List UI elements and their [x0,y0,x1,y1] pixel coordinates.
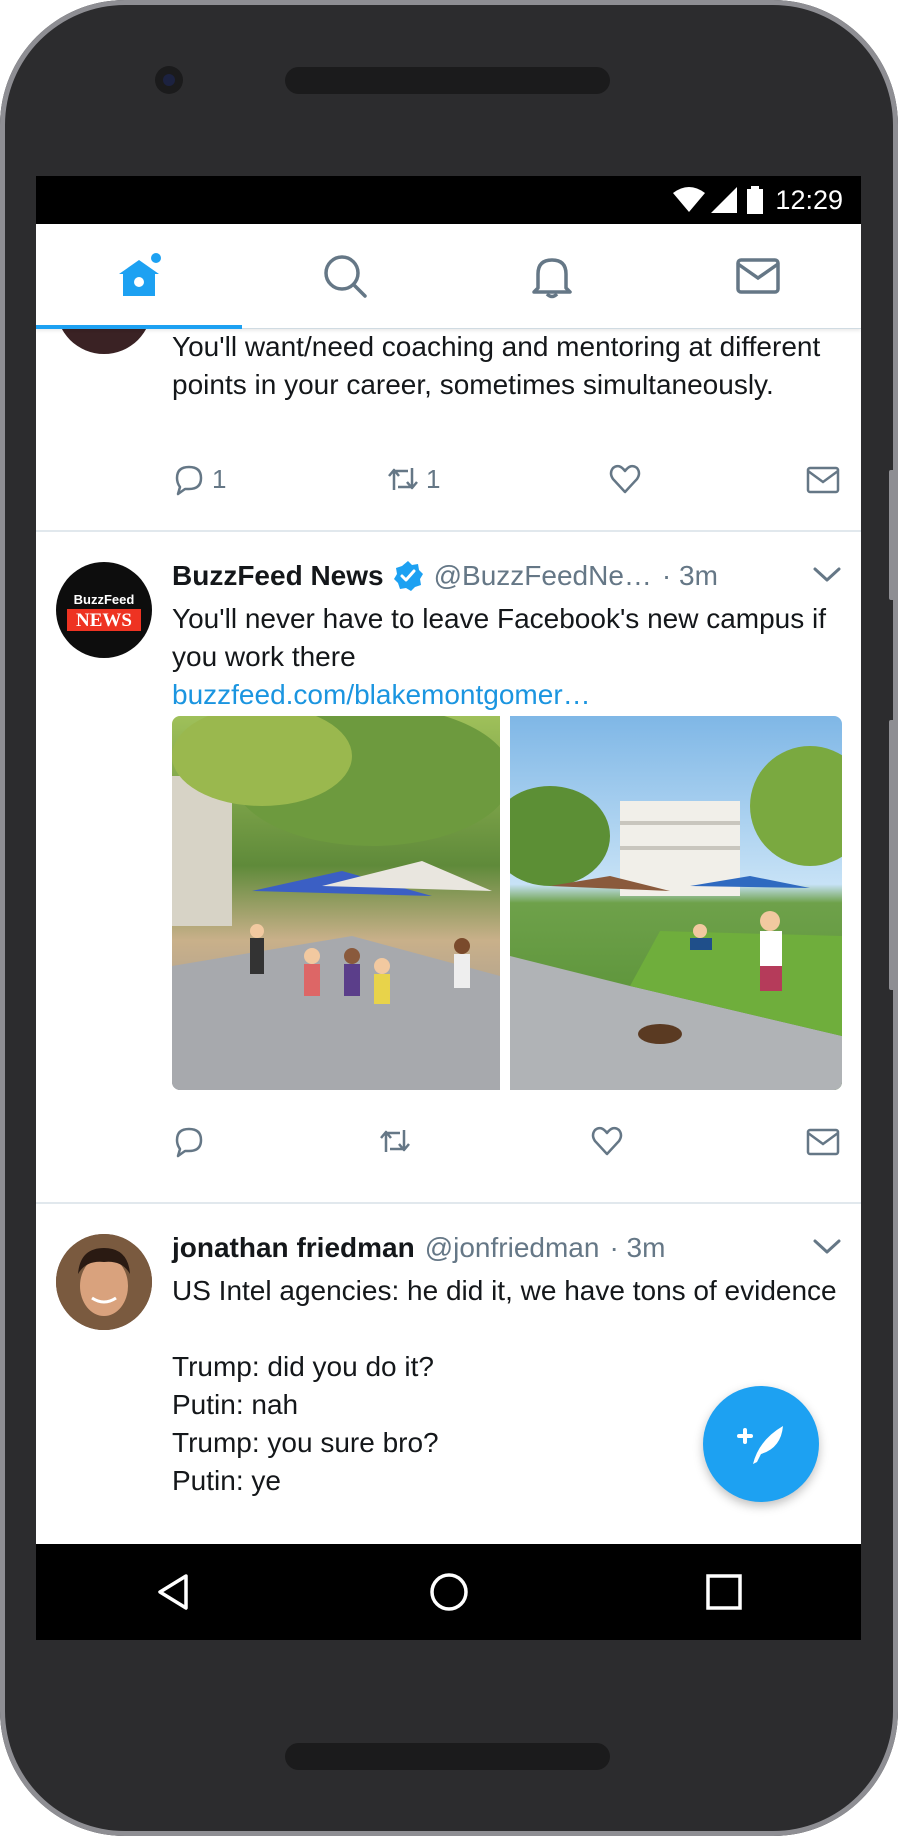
reply-icon [175,465,203,496]
home-circle-icon[interactable] [427,1570,471,1614]
dm-button[interactable] [806,462,840,496]
envelope-icon [736,258,780,294]
wifi-icon [673,187,706,212]
tweet-media[interactable] [172,716,842,1090]
active-tab-indicator [36,325,242,329]
tab-bar [36,224,861,329]
reply-button[interactable]: 1 [172,462,226,496]
front-camera [155,66,183,94]
reply-button[interactable] [172,1124,206,1158]
tab-search[interactable] [242,224,448,328]
chevron-down-icon[interactable] [812,564,842,586]
home-icon [119,253,162,296]
power-button[interactable] [889,470,897,600]
buzzfeed-news-logo: BuzzFeed NEWS [67,592,141,631]
screen: 12:29 You'll want/need coaching and ment… [36,176,861,1640]
svg-text:NEWS: NEWS [76,610,132,631]
reply-icon [175,1127,203,1158]
svg-text:BuzzFeed: BuzzFeed [74,592,135,607]
avatar[interactable] [56,1234,152,1330]
retweet-button[interactable] [378,1124,412,1158]
tweet-time[interactable]: · 3m [609,1232,665,1264]
reply-count: 1 [212,463,227,494]
heart-icon [591,1126,623,1156]
media-image-street[interactable] [172,716,500,1090]
verified-badge-icon [393,561,423,591]
dm-button[interactable] [806,1124,840,1158]
handle[interactable]: @BuzzFeedNe… [434,560,652,592]
user-photo [56,1234,152,1330]
tweet-item[interactable]: BuzzFeed NEWS BuzzFeed News @BuzzFeedNe…… [36,532,861,1202]
bell-icon [531,258,572,299]
display-name[interactable]: jonathan friedman [172,1232,415,1264]
status-bar: 12:29 [36,176,861,224]
retweet-icon [388,468,418,490]
tweet-actions [172,1124,842,1164]
back-icon[interactable] [152,1570,196,1614]
heart-icon [609,464,641,494]
avatar[interactable]: BuzzFeed NEWS [56,562,152,658]
phone-frame: 12:29 You'll want/need coaching and ment… [0,0,898,1836]
compose-quill-icon [737,1426,783,1464]
retweet-count: 1 [426,463,441,494]
signal-icon [711,187,738,213]
envelope-icon [806,466,840,494]
retweet-icon [380,1130,410,1152]
status-time: 12:29 [775,184,843,215]
tweet-item[interactable]: You'll want/need coaching and mentoring … [36,258,861,530]
volume-button[interactable] [889,720,897,990]
like-button[interactable] [608,462,642,496]
bottom-speaker [285,1743,610,1770]
tweet-time[interactable]: · 3m [662,560,718,592]
android-navigation-bar [36,1544,861,1640]
like-button[interactable] [590,1124,624,1158]
display-name[interactable]: BuzzFeed News [172,560,384,592]
recents-square-icon[interactable] [702,1570,746,1614]
tab-messages[interactable] [655,224,861,328]
chevron-down-icon[interactable] [812,1236,842,1258]
tweet-text: You'll never have to leave Facebook's ne… [172,603,834,672]
handle[interactable]: @jonfriedman [425,1232,600,1264]
battery-icon [747,186,764,214]
media-image-park[interactable] [510,716,842,1090]
compose-tweet-button[interactable] [703,1386,819,1502]
retweet-button[interactable]: 1 [386,462,440,496]
tweet-header: BuzzFeed News @BuzzFeedNe… · 3m [172,556,842,596]
earpiece-speaker [285,67,610,94]
tweet-link[interactable]: buzzfeed.com/blakemontgomer… [172,676,842,714]
tweet-header: jonathan friedman @jonfriedman · 3m [172,1228,842,1268]
search-icon [324,255,368,298]
tweet-actions: 1 1 [172,462,842,502]
tab-home[interactable] [36,224,242,329]
envelope-icon [806,1128,840,1156]
tab-notifications[interactable] [449,224,655,328]
tweet-text: You'll want/need coaching and mentoring … [172,331,829,400]
